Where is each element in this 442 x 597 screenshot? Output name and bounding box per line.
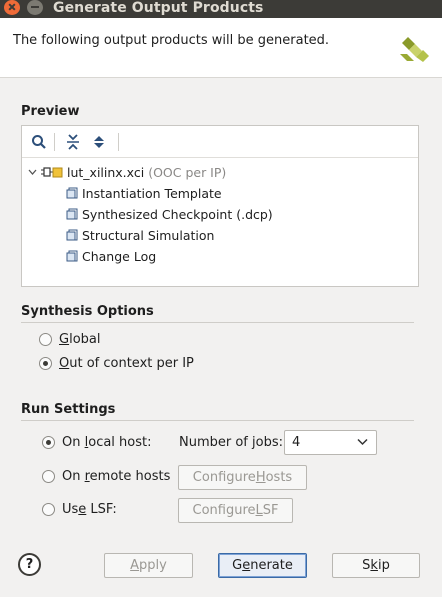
ip-core-icon (41, 166, 63, 177)
jobs-select[interactable]: 4 (284, 430, 377, 455)
configure-hosts-button[interactable]: Configure Hosts (178, 465, 307, 490)
radio-remote-hosts[interactable] (42, 470, 55, 483)
apply-button[interactable]: Apply (104, 553, 193, 578)
title-bar: Generate Output Products (0, 0, 442, 18)
file-icon (66, 187, 78, 199)
xilinx-logo-icon (400, 37, 429, 62)
label-text: ut of context per IP (69, 356, 194, 371)
file-icon (66, 208, 78, 220)
label-local-host[interactable]: On local host: (62, 435, 152, 450)
jobs-label: Number of jobs: (179, 435, 283, 450)
expand-all-icon[interactable] (88, 132, 110, 152)
tree-root-note: (OOC per IP) (148, 164, 227, 180)
tree-item[interactable]: Change Log (66, 246, 156, 266)
window-title: Generate Output Products (53, 0, 264, 16)
label-global[interactable]: Global (59, 332, 100, 347)
label-text: On (62, 469, 85, 484)
close-icon[interactable] (4, 0, 20, 15)
label-out-of-context[interactable]: Out of context per IP (59, 356, 194, 371)
radio-use-lsf[interactable] (42, 503, 55, 516)
tree-item[interactable]: Instantiation Template (66, 183, 222, 203)
label-text: ocal host: (88, 435, 152, 450)
label-text: nerate (250, 558, 293, 573)
radio-local-host[interactable] (42, 436, 55, 449)
radio-global[interactable] (39, 333, 52, 346)
mnemonic-letter: e (242, 558, 251, 573)
dialog-header: The following output products will be ge… (0, 18, 442, 78)
mnemonic-letter: H (255, 470, 266, 485)
collapse-all-icon[interactable] (62, 132, 84, 152)
label-text: LSF: (86, 502, 117, 517)
label-text: Us (62, 502, 79, 517)
mnemonic-letter: G (59, 332, 70, 347)
label-text: lobal (69, 332, 101, 347)
preview-toolbar (22, 126, 418, 158)
tree-item[interactable]: Synthesized Checkpoint (.dcp) (66, 204, 273, 224)
minimize-icon[interactable] (27, 0, 43, 15)
label-text: pply (139, 558, 167, 573)
label-text: On (62, 435, 85, 450)
toolbar-divider (118, 133, 119, 151)
file-icon (66, 250, 78, 262)
label-text: osts (265, 470, 293, 485)
label-remote-hosts[interactable]: On remote hosts (62, 469, 170, 484)
toolbar-divider (54, 133, 55, 151)
tree-item-label: Change Log (82, 248, 157, 264)
header-message: The following output products will be ge… (13, 33, 330, 48)
radio-out-of-context[interactable] (39, 357, 52, 370)
mnemonic-letter: A (130, 558, 140, 573)
label-use-lsf[interactable]: Use LSF: (62, 502, 117, 517)
tree-root-label: lut_xilinx.xci (67, 164, 145, 180)
mnemonic-letter: L (255, 503, 263, 518)
mnemonic-letter: k (370, 558, 378, 573)
label-text: G (232, 558, 243, 573)
label-text: ip (377, 558, 390, 573)
file-icon (66, 229, 78, 241)
section-divider (21, 420, 414, 421)
jobs-value: 4 (292, 435, 301, 450)
search-icon[interactable] (28, 132, 50, 152)
run-settings-title: Run Settings (21, 402, 116, 417)
configure-lsf-button[interactable]: Configure L SF (178, 498, 293, 523)
tree-item-label: Synthesized Checkpoint (.dcp) (82, 206, 273, 222)
label-text: Configure (192, 503, 256, 518)
help-button[interactable]: ? (18, 553, 41, 576)
tree-item-label: Structural Simulation (82, 227, 215, 243)
chevron-down-icon (357, 438, 368, 446)
tree-root-row[interactable]: lut_xilinx.xci (OOC per IP) (28, 162, 226, 182)
mnemonic-letter: O (59, 356, 70, 371)
synthesis-options-title: Synthesis Options (21, 304, 154, 319)
label-text: SF (262, 503, 279, 518)
section-divider (21, 322, 414, 323)
label-text: emote hosts (89, 469, 171, 484)
label-text: Configure (192, 470, 256, 485)
tree-item[interactable]: Structural Simulation (66, 225, 214, 245)
tree-item-label: Instantiation Template (82, 185, 222, 201)
preview-panel: lut_xilinx.xci (OOC per IP) Instantiatio… (21, 125, 419, 287)
chevron-down-icon[interactable] (28, 168, 37, 176)
preview-title: Preview (21, 104, 80, 119)
label-text: S (362, 558, 371, 573)
generate-button[interactable]: Ge nerate (218, 553, 307, 578)
skip-button[interactable]: Sk ip (332, 553, 420, 578)
